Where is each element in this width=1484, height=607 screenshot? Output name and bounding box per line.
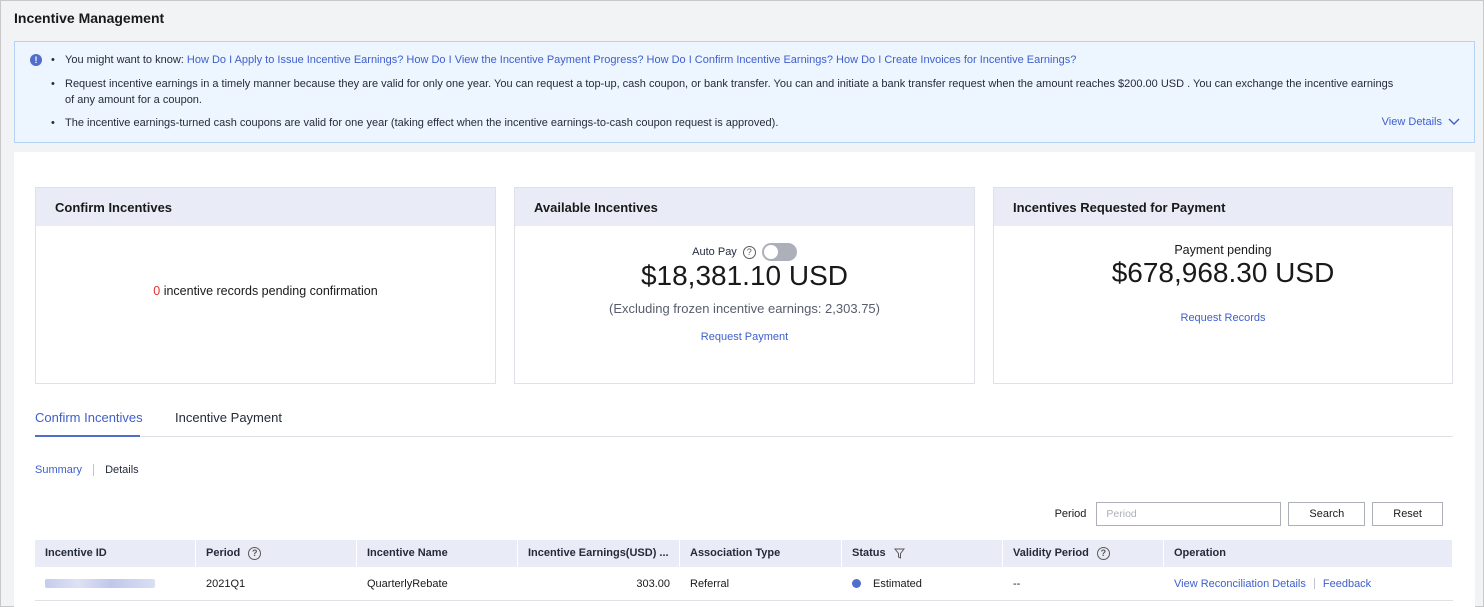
col-period: Period? [196, 540, 357, 567]
help-icon[interactable]: ? [1096, 547, 1110, 560]
pending-confirmation-text: 0 incentive records pending confirmation [36, 284, 495, 298]
header-label: Incentive ID [45, 547, 107, 559]
request-records-link[interactable]: Request Records [994, 312, 1452, 324]
notice-banner: ! • You might want to know: How Do I App… [14, 41, 1475, 143]
view-switcher: Summary Details [35, 464, 139, 476]
filter-bar: Period Search Reset [1055, 502, 1443, 526]
toggle-knob [763, 245, 778, 259]
auto-pay-toggle[interactable] [761, 243, 797, 261]
period-filter-label: Period [1054, 508, 1087, 520]
view-reconciliation-link[interactable]: View Reconciliation Details [1174, 578, 1306, 590]
card-title: Confirm Incentives [36, 188, 495, 226]
help-icon[interactable]: ? [742, 245, 756, 259]
view-details-label: View Details [1381, 116, 1442, 128]
col-status: Status [842, 540, 1003, 567]
period-input[interactable] [1096, 502, 1282, 526]
link-apply-issue[interactable]: How Do I Apply to Issue Incentive Earnin… [187, 54, 403, 66]
cell-association: Referral [690, 577, 730, 590]
feedback-link[interactable]: Feedback [1323, 578, 1371, 590]
info-icon: ! [30, 54, 42, 66]
confirm-incentives-card: Confirm Incentives 0 incentive records p… [35, 187, 496, 384]
col-association-type: Association Type [680, 540, 842, 567]
tab-incentive-payment[interactable]: Incentive Payment [175, 410, 282, 425]
bullet: • [51, 117, 55, 129]
card-title: Available Incentives [515, 188, 974, 226]
help-icon[interactable]: ? [248, 547, 262, 560]
col-incentive-name: Incentive Name [357, 540, 518, 567]
card-title: Incentives Requested for Payment [994, 188, 1452, 226]
header-label: Operation [1174, 547, 1226, 559]
divider [1313, 578, 1315, 589]
notice-intro: You might want to know: [65, 54, 184, 66]
notice-line-2: • Request incentive earnings in a timely… [51, 76, 1394, 92]
available-incentives-card: Available Incentives Auto Pay ? $18,381.… [514, 187, 975, 384]
notice-text: Request incentive earnings in a timely m… [65, 78, 1394, 90]
notice-line-2b: of any amount for a coupon. [65, 94, 202, 106]
cell-incentive-id [35, 567, 196, 600]
details-view[interactable]: Details [105, 464, 139, 476]
bullet: • [51, 54, 55, 66]
request-payment-label: Request Payment [700, 331, 789, 343]
pending-count: 0 [153, 284, 161, 298]
main-panel: Confirm Incentives 0 incentive records p… [14, 152, 1475, 607]
col-incentive-id: Incentive ID [35, 540, 196, 567]
col-validity-period: Validity Period? [1003, 540, 1164, 567]
summary-view[interactable]: Summary [35, 464, 82, 476]
page-title: Incentive Management [14, 10, 165, 26]
search-button[interactable]: Search [1288, 502, 1366, 526]
pending-label: incentive records pending confirmation [163, 284, 378, 298]
auto-pay-row: Auto Pay ? [515, 243, 974, 261]
auto-pay-label: Auto Pay [692, 246, 737, 258]
cell-earnings: 303.00 [636, 577, 670, 590]
header-label: Status [852, 547, 886, 559]
requested-amount: $678,968.30 USD [1111, 257, 1335, 288]
reset-button[interactable]: Reset [1372, 502, 1443, 526]
col-incentive-earnings: Incentive Earnings(USD) ... [518, 540, 680, 567]
notice-text: The incentive earnings-turned cash coupo… [65, 117, 779, 129]
header-label: Incentive Name [367, 547, 448, 559]
available-amount: $18,381.10 USD [640, 260, 849, 291]
header-label: Period [206, 547, 241, 559]
chevron-down-icon [1448, 118, 1460, 125]
status-dot [852, 579, 861, 588]
requested-payment-card: Incentives Requested for Payment Payment… [993, 187, 1453, 384]
payment-pending-label: Payment pending [1174, 243, 1272, 257]
tab-bar: Confirm Incentives Incentive Payment [35, 404, 1453, 437]
link-confirm-earnings[interactable]: How Do I Confirm Incentive Earnings? [647, 54, 833, 66]
link-payment-progress[interactable]: How Do I View the Incentive Payment Prog… [406, 54, 643, 66]
header-label: Incentive Earnings(USD) ... [528, 547, 669, 559]
status-label: Estimated [873, 577, 922, 590]
header-label: Association Type [690, 547, 781, 559]
incentive-table: Incentive ID Period? Incentive Name Ince… [35, 540, 1453, 601]
request-payment-link[interactable]: Request Payment [515, 331, 974, 343]
tab-confirm-incentives[interactable]: Confirm Incentives [35, 410, 143, 425]
col-operation: Operation [1164, 540, 1453, 567]
view-details-link[interactable]: View Details [1382, 116, 1460, 128]
filter-icon[interactable] [893, 548, 905, 559]
table-row: 2021Q1 QuarterlyRebate 303.00 Referral E… [35, 567, 1453, 601]
cell-operation: View Reconciliation Details Feedback [1164, 567, 1453, 600]
notice-line-1: • You might want to know: How Do I Apply… [51, 52, 1076, 68]
frozen-earnings-text: (Excluding frozen incentive earnings: 2,… [609, 301, 880, 316]
active-tab-indicator [35, 435, 140, 437]
cell-period: 2021Q1 [206, 577, 246, 590]
request-records-label: Request Records [1180, 312, 1266, 324]
table-header: Incentive ID Period? Incentive Name Ince… [35, 540, 1453, 567]
notice-line-3: • The incentive earnings-turned cash cou… [51, 115, 779, 131]
cell-validity: -- [1013, 577, 1021, 590]
divider [93, 464, 95, 476]
link-create-invoices[interactable]: How Do I Create Invoices for Incentive E… [836, 54, 1076, 66]
bullet: • [51, 78, 55, 90]
cell-incentive-name: QuarterlyRebate [367, 577, 448, 590]
header-label: Validity Period [1013, 547, 1089, 559]
redacted-id [45, 579, 155, 588]
cell-status: Estimated [842, 567, 1003, 600]
